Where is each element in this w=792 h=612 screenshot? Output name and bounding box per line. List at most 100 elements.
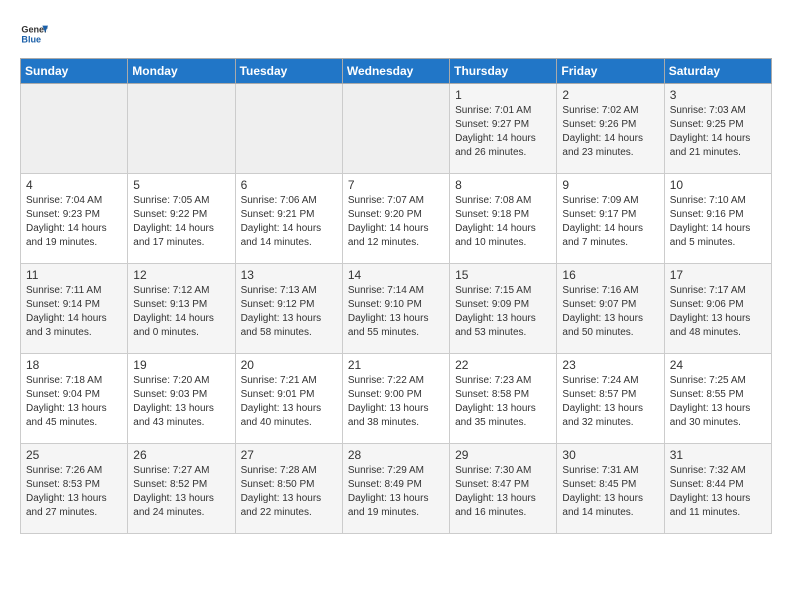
week-row-3: 11Sunrise: 7:11 AM Sunset: 9:14 PM Dayli… (21, 264, 772, 354)
calendar-table: SundayMondayTuesdayWednesdayThursdayFrid… (20, 58, 772, 534)
calendar-cell: 17Sunrise: 7:17 AM Sunset: 9:06 PM Dayli… (664, 264, 771, 354)
day-number: 22 (455, 358, 551, 372)
day-info: Sunrise: 7:29 AM Sunset: 8:49 PM Dayligh… (348, 464, 444, 520)
day-info: Sunrise: 7:18 AM Sunset: 9:04 PM Dayligh… (26, 374, 122, 430)
calendar-cell: 30Sunrise: 7:31 AM Sunset: 8:45 PM Dayli… (557, 444, 664, 534)
page-header: General Blue (20, 20, 772, 48)
calendar-cell: 25 Sunrise: 7:26 AM Sunset: 8:53 PM Dayli… (21, 444, 128, 534)
day-info: Sunrise: 7:25 AM Sunset: 8:55 PM Dayligh… (670, 374, 766, 430)
calendar-cell: 16 Sunrise: 7:16 AM Sunset: 9:07 PM Dayli… (557, 264, 664, 354)
day-info: Sunrise: 7:27 AM Sunset: 8:52 PM Dayligh… (133, 464, 229, 520)
week-row-2: 4Sunrise: 7:04 AM Sunset: 9:23 PM Daylig… (21, 174, 772, 264)
calendar-cell: 20Sunrise: 7:21 AM Sunset: 9:01 PM Dayli… (235, 354, 342, 444)
day-number: 30 (562, 448, 658, 462)
day-info: Sunrise: 7:09 AM Sunset: 9:17 PM Dayligh… (562, 194, 658, 250)
calendar-cell (342, 84, 449, 174)
day-info: Sunrise: 7:06 AM Sunset: 9:21 PM Dayligh… (241, 194, 337, 250)
calendar-cell: 7 Sunrise: 7:07 AM Sunset: 9:20 PM Daylig… (342, 174, 449, 264)
day-number: 23 (562, 358, 658, 372)
day-number: 28 (348, 448, 444, 462)
weekday-header-sunday: Sunday (21, 59, 128, 84)
day-number: 21 (348, 358, 444, 372)
weekday-header-wednesday: Wednesday (342, 59, 449, 84)
day-info: Sunrise: 7:20 AM Sunset: 9:03 PM Dayligh… (133, 374, 229, 430)
day-number: 13 (241, 268, 337, 282)
day-info: Sunrise: 7:30 AM Sunset: 8:47 PM Dayligh… (455, 464, 551, 520)
day-info: Sunrise: 7:13 AM Sunset: 9:12 PM Dayligh… (241, 284, 337, 340)
calendar-cell: 2 Sunrise: 7:02 AM Sunset: 9:26 PM Daylig… (557, 84, 664, 174)
day-number: 9 (562, 178, 658, 192)
weekday-header-saturday: Saturday (664, 59, 771, 84)
day-info: Sunrise: 7:22 AM Sunset: 9:00 PM Dayligh… (348, 374, 444, 430)
weekday-header-thursday: Thursday (450, 59, 557, 84)
day-number: 24 (670, 358, 766, 372)
calendar-cell: 22 Sunrise: 7:23 AM Sunset: 8:58 PM Dayli… (450, 354, 557, 444)
day-number: 31 (670, 448, 766, 462)
svg-text:Blue: Blue (21, 34, 41, 44)
day-number: 14 (348, 268, 444, 282)
calendar-cell (235, 84, 342, 174)
day-number: 19 (133, 358, 229, 372)
day-number: 12 (133, 268, 229, 282)
calendar-cell: 12 Sunrise: 7:12 AM Sunset: 9:13 PM Dayli… (128, 264, 235, 354)
logo: General Blue (20, 20, 48, 48)
day-info: Sunrise: 7:26 AM Sunset: 8:53 PM Dayligh… (26, 464, 122, 520)
day-number: 18 (26, 358, 122, 372)
calendar-cell: 6Sunrise: 7:06 AM Sunset: 9:21 PM Daylig… (235, 174, 342, 264)
calendar-cell: 10 Sunrise: 7:10 AM Sunset: 9:16 PM Dayli… (664, 174, 771, 264)
day-number: 16 (562, 268, 658, 282)
day-info: Sunrise: 7:14 AM Sunset: 9:10 PM Dayligh… (348, 284, 444, 340)
day-number: 8 (455, 178, 551, 192)
day-info: Sunrise: 7:11 AM Sunset: 9:14 PM Dayligh… (26, 284, 122, 340)
calendar-cell: 23 Sunrise: 7:24 AM Sunset: 8:57 PM Dayli… (557, 354, 664, 444)
calendar-cell: 19 Sunrise: 7:20 AM Sunset: 9:03 PM Dayli… (128, 354, 235, 444)
day-info: Sunrise: 7:21 AM Sunset: 9:01 PM Dayligh… (241, 374, 337, 430)
day-info: Sunrise: 7:23 AM Sunset: 8:58 PM Dayligh… (455, 374, 551, 430)
day-info: Sunrise: 7:16 AM Sunset: 9:07 PM Dayligh… (562, 284, 658, 340)
weekday-header-friday: Friday (557, 59, 664, 84)
day-info: Sunrise: 7:15 AM Sunset: 9:09 PM Dayligh… (455, 284, 551, 340)
calendar-cell: 28 Sunrise: 7:29 AM Sunset: 8:49 PM Dayli… (342, 444, 449, 534)
calendar-cell: 26 Sunrise: 7:27 AM Sunset: 8:52 PM Dayli… (128, 444, 235, 534)
week-row-1: 1 Sunrise: 7:01 AM Sunset: 9:27 PM Daylig… (21, 84, 772, 174)
day-number: 27 (241, 448, 337, 462)
day-number: 26 (133, 448, 229, 462)
week-row-4: 18 Sunrise: 7:18 AM Sunset: 9:04 PM Dayli… (21, 354, 772, 444)
day-info: Sunrise: 7:32 AM Sunset: 8:44 PM Dayligh… (670, 464, 766, 520)
calendar-cell: 21 Sunrise: 7:22 AM Sunset: 9:00 PM Dayli… (342, 354, 449, 444)
calendar-cell: 8 Sunrise: 7:08 AM Sunset: 9:18 PM Daylig… (450, 174, 557, 264)
calendar-cell: 3 Sunrise: 7:03 AM Sunset: 9:25 PM Daylig… (664, 84, 771, 174)
day-number: 29 (455, 448, 551, 462)
calendar-cell (128, 84, 235, 174)
day-number: 25 (26, 448, 122, 462)
day-info: Sunrise: 7:02 AM Sunset: 9:26 PM Dayligh… (562, 104, 658, 160)
calendar-cell: 4Sunrise: 7:04 AM Sunset: 9:23 PM Daylig… (21, 174, 128, 264)
day-info: Sunrise: 7:10 AM Sunset: 9:16 PM Dayligh… (670, 194, 766, 250)
day-number: 1 (455, 88, 551, 102)
calendar-cell: 29 Sunrise: 7:30 AM Sunset: 8:47 PM Dayli… (450, 444, 557, 534)
day-info: Sunrise: 7:01 AM Sunset: 9:27 PM Dayligh… (455, 104, 551, 160)
weekday-header-monday: Monday (128, 59, 235, 84)
day-number: 2 (562, 88, 658, 102)
day-info: Sunrise: 7:07 AM Sunset: 9:20 PM Dayligh… (348, 194, 444, 250)
day-info: Sunrise: 7:17 AM Sunset: 9:06 PM Dayligh… (670, 284, 766, 340)
day-number: 10 (670, 178, 766, 192)
day-info: Sunrise: 7:12 AM Sunset: 9:13 PM Dayligh… (133, 284, 229, 340)
weekday-header-tuesday: Tuesday (235, 59, 342, 84)
day-info: Sunrise: 7:03 AM Sunset: 9:25 PM Dayligh… (670, 104, 766, 160)
calendar-cell: 14 Sunrise: 7:14 AM Sunset: 9:10 PM Dayli… (342, 264, 449, 354)
day-info: Sunrise: 7:08 AM Sunset: 9:18 PM Dayligh… (455, 194, 551, 250)
calendar-cell: 15 Sunrise: 7:15 AM Sunset: 9:09 PM Dayli… (450, 264, 557, 354)
calendar-cell: 24 Sunrise: 7:25 AM Sunset: 8:55 PM Dayli… (664, 354, 771, 444)
calendar-cell: 27 Sunrise: 7:28 AM Sunset: 8:50 PM Dayli… (235, 444, 342, 534)
day-info: Sunrise: 7:24 AM Sunset: 8:57 PM Dayligh… (562, 374, 658, 430)
calendar-cell: 11Sunrise: 7:11 AM Sunset: 9:14 PM Dayli… (21, 264, 128, 354)
calendar-cell: 18 Sunrise: 7:18 AM Sunset: 9:04 PM Dayli… (21, 354, 128, 444)
day-number: 7 (348, 178, 444, 192)
day-number: 15 (455, 268, 551, 282)
day-number: 5 (133, 178, 229, 192)
calendar-cell (21, 84, 128, 174)
day-info: Sunrise: 7:04 AM Sunset: 9:23 PM Dayligh… (26, 194, 122, 250)
day-number: 3 (670, 88, 766, 102)
day-info: Sunrise: 7:28 AM Sunset: 8:50 PM Dayligh… (241, 464, 337, 520)
